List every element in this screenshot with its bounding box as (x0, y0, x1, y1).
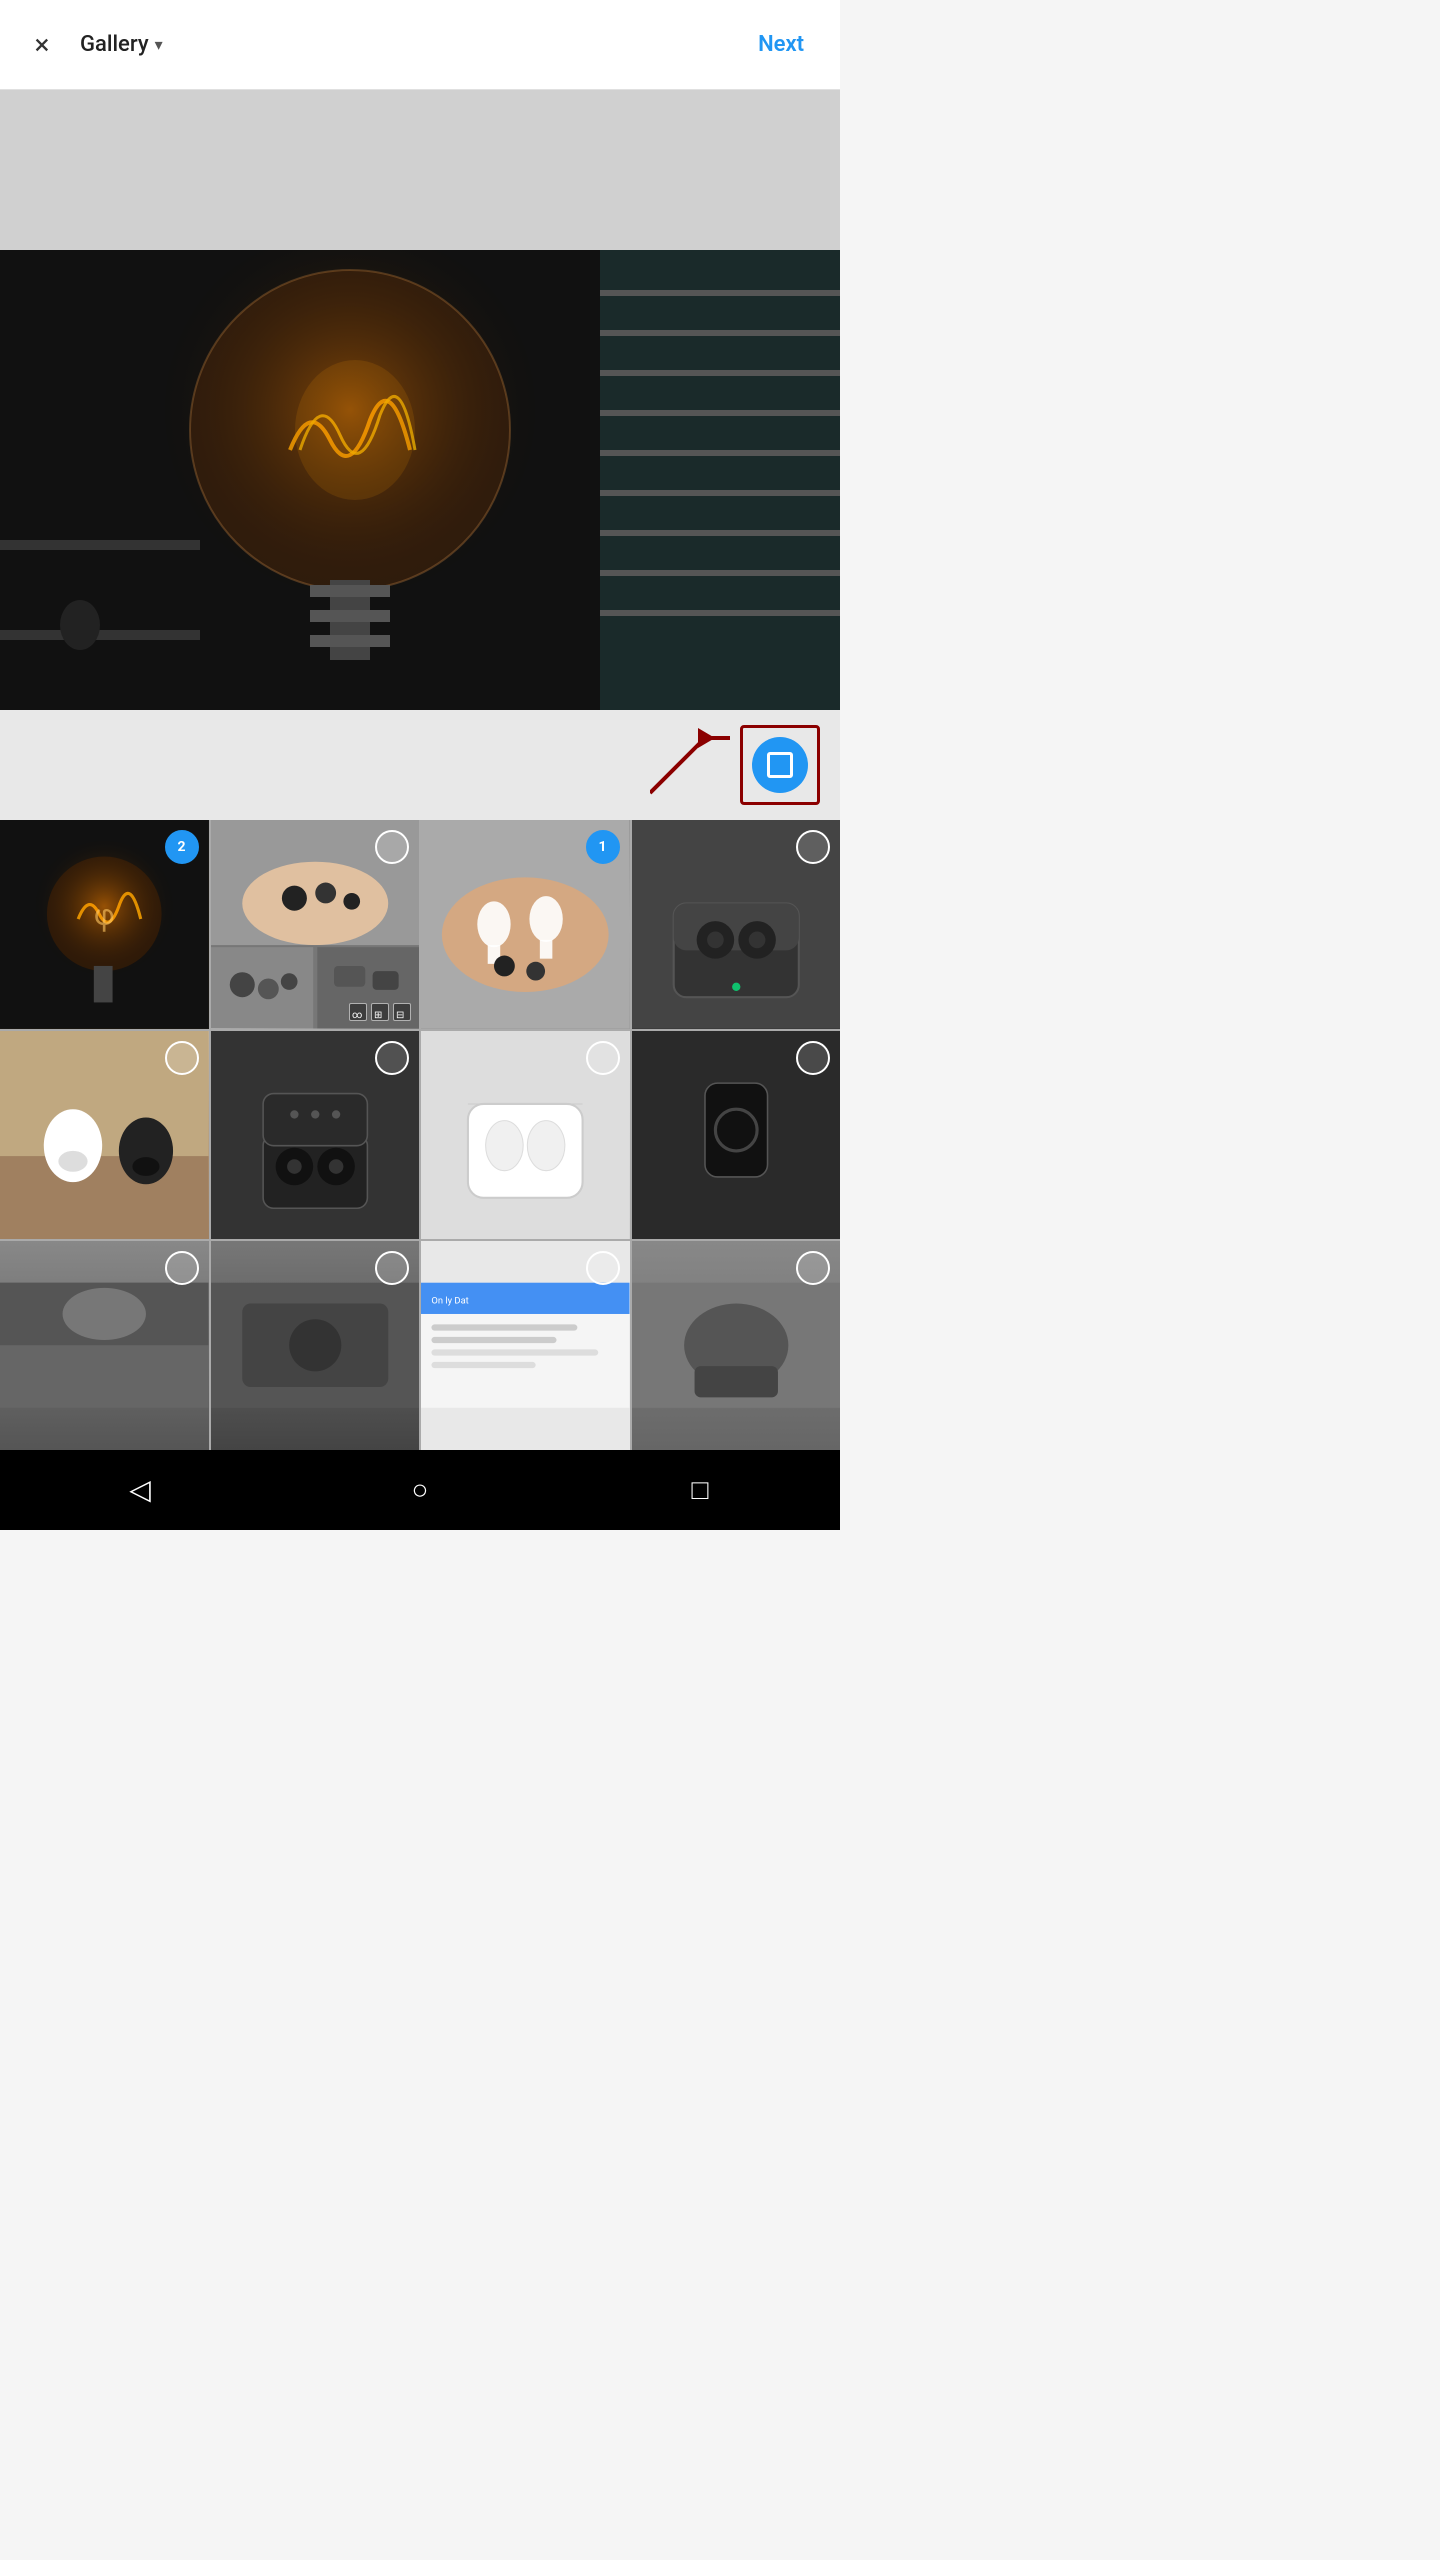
thumbnail-2[interactable]: ∞ ⊞ ⊟ (211, 820, 420, 1029)
thumbnail-4[interactable] (632, 820, 841, 1029)
chevron-down-icon: ▾ (155, 35, 163, 54)
navigation-bar: ◁ ○ □ (0, 1450, 840, 1530)
selection-badge-empty-4 (796, 830, 830, 864)
selection-badge-2: 2 (165, 830, 199, 864)
selection-badge-empty-10 (375, 1251, 409, 1285)
gallery-label: Gallery (80, 32, 149, 57)
selection-badge-empty-7 (586, 1041, 620, 1075)
selection-badge-empty-6 (375, 1041, 409, 1075)
thumbnail-5[interactable] (0, 1031, 209, 1240)
recent-apps-button[interactable]: □ (678, 1468, 722, 1512)
bulb-illustration (0, 250, 840, 710)
thumbnail-12[interactable] (632, 1241, 841, 1450)
multi-view-icons: ∞ ⊞ ⊟ (349, 1003, 411, 1021)
selection-badge-empty-9 (165, 1251, 199, 1285)
selection-badge-1: 1 (586, 830, 620, 864)
crop-resize-button[interactable] (740, 725, 820, 805)
gallery-title[interactable]: Gallery ▾ (80, 32, 163, 57)
preview-top-gray (0, 90, 840, 250)
svg-text:⊟: ⊟ (396, 1010, 404, 1021)
crop-square-inner (767, 752, 793, 778)
app-header: × Gallery ▾ Next (0, 0, 840, 90)
crop-circle-icon (752, 737, 808, 793)
thumbnail-8[interactable] (632, 1031, 841, 1240)
home-button[interactable]: ○ (398, 1468, 442, 1512)
thumbnail-3[interactable]: 1 (421, 820, 630, 1029)
thumbnail-1[interactable]: φ 2 (0, 820, 209, 1029)
header-left: × Gallery ▾ (20, 23, 163, 67)
selection-badge-empty-12 (796, 1251, 830, 1285)
icon-filter: ⊟ (393, 1003, 411, 1021)
thumbnail-7[interactable] (421, 1031, 630, 1240)
next-button[interactable]: Next (742, 24, 820, 65)
icon-infinity: ∞ (349, 1003, 367, 1021)
selection-badge-empty-11 (586, 1251, 620, 1285)
thumbnail-10[interactable] (211, 1241, 420, 1450)
svg-text:⊞: ⊞ (374, 1010, 382, 1021)
thumbnail-11[interactable]: On ly Dat (421, 1241, 630, 1450)
thumbnail-9[interactable] (0, 1241, 209, 1450)
selection-badge-empty-5 (165, 1041, 199, 1075)
selection-badge-empty-8 (796, 1041, 830, 1075)
svg-text:On ly Dat: On ly Dat (431, 1296, 468, 1307)
icon-grid: ⊞ (371, 1003, 389, 1021)
svg-text:φ: φ (94, 898, 115, 932)
close-button[interactable]: × (20, 23, 64, 67)
svg-text:∞: ∞ (352, 1010, 362, 1021)
preview-image (0, 250, 840, 710)
thumbnail-6[interactable] (211, 1031, 420, 1240)
photo-grid: φ 2 ∞ (0, 820, 840, 1450)
crop-tool-area (0, 710, 840, 820)
selection-badge-empty-2 (375, 830, 409, 864)
main-preview-area (0, 90, 840, 710)
back-button[interactable]: ◁ (118, 1468, 162, 1512)
red-arrow-icon (650, 728, 730, 798)
